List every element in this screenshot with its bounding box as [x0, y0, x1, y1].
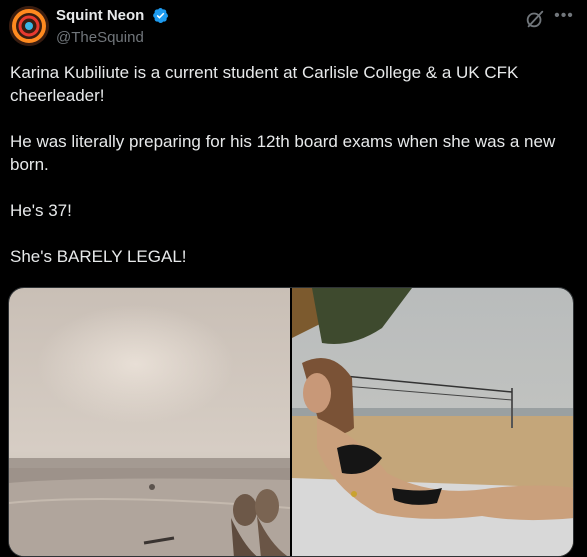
- neon-logo-avatar-icon: [9, 6, 49, 46]
- tweet-text: Karina Kubiliute is a current student at…: [10, 61, 577, 268]
- more-options-icon[interactable]: •••: [551, 6, 577, 30]
- tweet-header: Squint Neon @TheSquind •••: [0, 0, 587, 56]
- verified-badge-icon[interactable]: [152, 7, 169, 24]
- beach-sunset-feet-photo[interactable]: [9, 288, 290, 556]
- tweet-paragraph: She's BARELY LEGAL!: [10, 247, 187, 266]
- tweet-media[interactable]: [8, 287, 574, 557]
- tweet-paragraph: He was literally preparing for his 12th …: [10, 132, 556, 174]
- author-avatar[interactable]: [9, 6, 49, 46]
- beach-volleyball-bikini-photo[interactable]: [292, 288, 573, 556]
- author-display-name[interactable]: Squint Neon: [56, 7, 144, 24]
- tweet-paragraph: He's 37!: [10, 201, 72, 220]
- author-handle[interactable]: @TheSquind: [56, 29, 169, 46]
- grok-icon[interactable]: [524, 8, 546, 30]
- tweet-paragraph: Karina Kubiliute is a current student at…: [10, 63, 519, 105]
